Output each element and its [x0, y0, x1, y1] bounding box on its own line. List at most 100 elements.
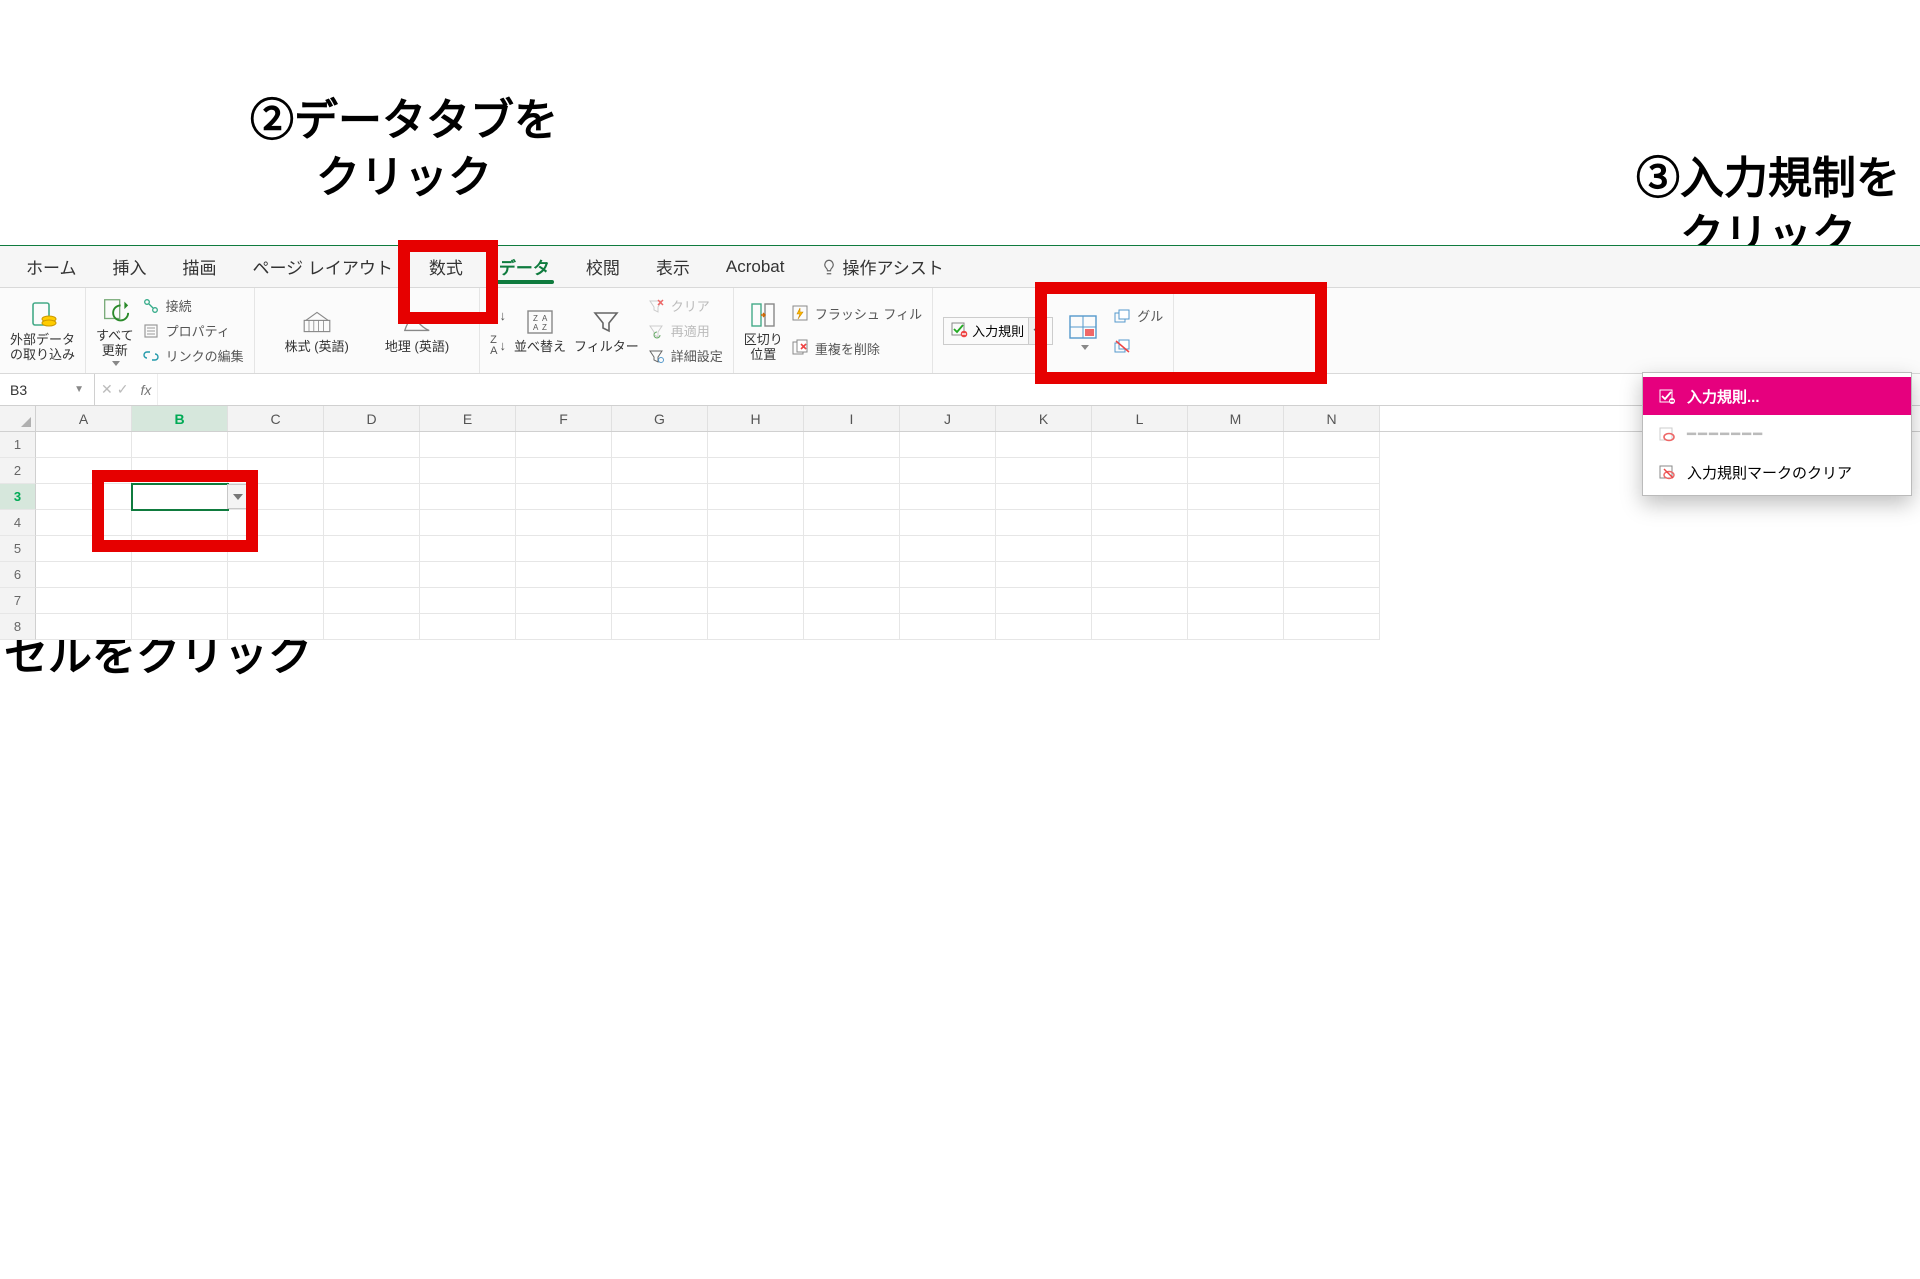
cell[interactable]	[132, 536, 228, 562]
cell[interactable]	[36, 432, 132, 458]
cell[interactable]	[324, 562, 420, 588]
cell[interactable]	[1284, 562, 1380, 588]
cell[interactable]	[324, 536, 420, 562]
cell[interactable]	[36, 484, 132, 510]
cell[interactable]	[324, 458, 420, 484]
cell[interactable]	[996, 432, 1092, 458]
cell[interactable]	[1284, 484, 1380, 510]
col-header-H[interactable]: H	[708, 406, 804, 431]
cell[interactable]	[132, 588, 228, 614]
cell[interactable]	[1092, 458, 1188, 484]
cell[interactable]	[1092, 510, 1188, 536]
cell[interactable]	[900, 614, 996, 640]
cell[interactable]	[36, 536, 132, 562]
cell[interactable]	[516, 614, 612, 640]
cell[interactable]	[228, 536, 324, 562]
dropdown-handle[interactable]	[227, 484, 249, 509]
cell[interactable]	[708, 510, 804, 536]
cell[interactable]	[708, 536, 804, 562]
row-header-3[interactable]: 3	[0, 484, 36, 510]
cell[interactable]	[36, 562, 132, 588]
tab-view[interactable]: 表示	[638, 246, 708, 288]
menu-item-circle-invalid[interactable]: ━━━━━━━	[1643, 415, 1911, 453]
cell[interactable]	[228, 458, 324, 484]
cell[interactable]	[900, 484, 996, 510]
cancel-icon[interactable]: ✕	[101, 381, 113, 398]
cell[interactable]	[1188, 510, 1284, 536]
cell[interactable]	[900, 588, 996, 614]
cell[interactable]	[1092, 588, 1188, 614]
cell[interactable]	[1284, 536, 1380, 562]
refresh-all-button[interactable]: すべて更新	[96, 291, 134, 371]
cell[interactable]	[804, 562, 900, 588]
cell[interactable]	[708, 458, 804, 484]
tab-formulas[interactable]: 数式	[411, 246, 481, 288]
cell[interactable]	[612, 536, 708, 562]
cell[interactable]	[1284, 458, 1380, 484]
cell[interactable]	[516, 510, 612, 536]
cell[interactable]	[1092, 432, 1188, 458]
cell[interactable]	[516, 432, 612, 458]
cell[interactable]	[1092, 614, 1188, 640]
cell[interactable]	[996, 562, 1092, 588]
col-header-I[interactable]: I	[804, 406, 900, 431]
remove-duplicates-button[interactable]: 重複を削除	[791, 338, 922, 359]
col-header-M[interactable]: M	[1188, 406, 1284, 431]
tab-page-layout[interactable]: ページ レイアウト	[235, 246, 411, 288]
cell-B3-selected[interactable]	[132, 484, 228, 510]
data-validation-button[interactable]: 入力規則	[943, 317, 1053, 345]
col-header-B[interactable]: B	[132, 406, 228, 431]
cell[interactable]	[900, 458, 996, 484]
name-box[interactable]: B3 ▼	[0, 374, 95, 405]
cell[interactable]	[132, 510, 228, 536]
cell[interactable]	[1188, 432, 1284, 458]
ungroup-button[interactable]	[1113, 336, 1163, 356]
cell[interactable]	[420, 510, 516, 536]
cell[interactable]	[1284, 510, 1380, 536]
consolidate-button[interactable]	[1067, 311, 1099, 350]
tab-insert[interactable]: 挿入	[95, 246, 165, 288]
cell[interactable]	[996, 458, 1092, 484]
row-header-6[interactable]: 6	[0, 562, 36, 588]
cell[interactable]	[324, 614, 420, 640]
cell[interactable]	[36, 588, 132, 614]
sort-descending-button[interactable]: ZA ↓	[490, 334, 506, 358]
col-header-D[interactable]: D	[324, 406, 420, 431]
col-header-A[interactable]: A	[36, 406, 132, 431]
cell[interactable]	[36, 458, 132, 484]
cell[interactable]	[1188, 484, 1284, 510]
menu-item-validation[interactable]: 入力規則...	[1643, 377, 1911, 415]
get-external-data-button[interactable]: 外部データの取り込み	[10, 291, 75, 371]
cell[interactable]	[996, 614, 1092, 640]
cell[interactable]	[516, 588, 612, 614]
row-header-5[interactable]: 5	[0, 536, 36, 562]
cell[interactable]	[1092, 536, 1188, 562]
cell[interactable]	[420, 484, 516, 510]
cell[interactable]	[1284, 432, 1380, 458]
cell[interactable]	[612, 458, 708, 484]
cell[interactable]	[420, 614, 516, 640]
col-header-L[interactable]: L	[1092, 406, 1188, 431]
cell[interactable]	[36, 510, 132, 536]
data-validation-split-button[interactable]: 入力規則	[943, 317, 1053, 345]
cell[interactable]	[420, 432, 516, 458]
text-to-columns-button[interactable]: 区切り位置	[744, 291, 783, 371]
cell[interactable]	[1284, 588, 1380, 614]
col-header-N[interactable]: N	[1284, 406, 1380, 431]
cell[interactable]	[324, 484, 420, 510]
cell[interactable]	[804, 614, 900, 640]
chevron-down-icon[interactable]: ▼	[74, 384, 84, 395]
cell[interactable]	[804, 510, 900, 536]
cell[interactable]	[708, 432, 804, 458]
cell[interactable]	[708, 562, 804, 588]
cell[interactable]	[996, 588, 1092, 614]
cell[interactable]	[228, 562, 324, 588]
tab-home[interactable]: ホーム	[8, 246, 95, 288]
cell[interactable]	[228, 588, 324, 614]
sort-button[interactable]: ZAAZ 並べ替え	[514, 291, 566, 371]
filter-button[interactable]: フィルター	[574, 291, 639, 371]
row-header-7[interactable]: 7	[0, 588, 36, 614]
cell[interactable]	[324, 510, 420, 536]
cell[interactable]	[132, 562, 228, 588]
tab-acrobat[interactable]: Acrobat	[708, 246, 803, 288]
